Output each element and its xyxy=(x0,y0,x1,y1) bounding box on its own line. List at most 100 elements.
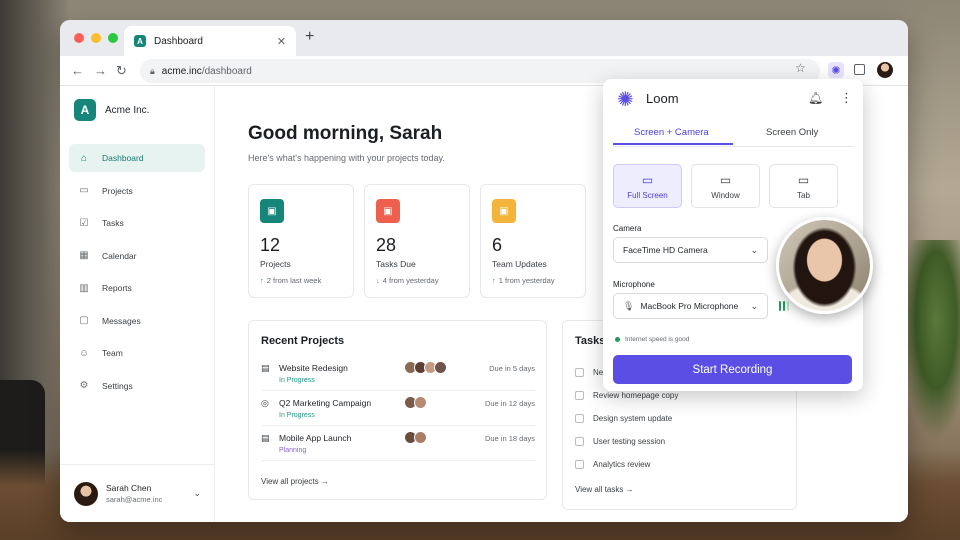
project-icon: ▤ xyxy=(261,363,270,373)
task-item[interactable]: Analytics review xyxy=(575,456,650,472)
stat-value: 28 xyxy=(376,235,397,255)
home-icon: ⌂ xyxy=(80,152,88,164)
status-badge: Planning xyxy=(279,447,307,454)
divider xyxy=(261,460,535,461)
stat-card-tasks-due[interactable]: ▣ 28 Tasks Due ↓ 4 from yesterday xyxy=(364,184,470,298)
tasks-stat-icon: ▣ xyxy=(376,199,400,223)
user-email: sarah@acme.inc xyxy=(106,495,163,504)
sidebar-item-dashboard[interactable]: ⌂ Dashboard xyxy=(69,144,205,172)
checkbox-icon: ☑ xyxy=(79,217,89,229)
start-recording-button[interactable]: Start Recording xyxy=(613,355,852,384)
microphone-label: Microphone xyxy=(613,280,655,289)
monitor-icon: ▭ xyxy=(641,173,654,187)
user-info: Sarah Chen sarah@acme.inc xyxy=(106,483,185,504)
task-checkbox[interactable] xyxy=(575,390,584,400)
more-vertical-icon[interactable]: ⋮ xyxy=(840,90,853,106)
avatar-stack xyxy=(404,396,427,409)
sidebar-item-tasks[interactable]: ☑ Tasks xyxy=(69,209,205,237)
due-date: Due in 12 days xyxy=(484,399,535,408)
bell-icon[interactable]: 🔔︎ xyxy=(808,91,823,105)
level-bar xyxy=(779,301,781,311)
stat-delta: ↑ 1 from yesterday xyxy=(492,276,555,285)
status-badge: In Progress xyxy=(279,377,315,384)
sidebar: A Acme Inc. ⌂ Dashboard ▭ Projects ☑ Tas… xyxy=(60,86,215,522)
task-item[interactable]: Ne xyxy=(575,364,603,380)
tab-screen-camera[interactable]: Screen + Camera xyxy=(634,127,709,138)
user-menu[interactable]: Sarah Chen sarah@acme.inc ⌄ xyxy=(60,464,215,522)
sidebar-item-settings[interactable]: ⚙ Settings xyxy=(69,372,205,400)
sidebar-item-messages[interactable]: ▢ Messages xyxy=(69,307,205,335)
mode-window[interactable]: ▭ Window xyxy=(691,164,760,208)
chevron-down-icon: ⌄ xyxy=(750,244,758,255)
project-name: Q2 Marketing Campaign xyxy=(279,398,372,408)
sidebar-item-projects[interactable]: ▭ Projects xyxy=(69,177,205,205)
projects-stat-icon: ▣ xyxy=(260,199,284,223)
chevron-down-icon: ⌄ xyxy=(750,300,758,311)
stat-card-team-updates[interactable]: ▣ 6 Team Updates ↑ 1 from yesterday xyxy=(480,184,586,298)
microphone-select[interactable]: 🎙︎ MacBook Pro Microphone ⌄ xyxy=(613,293,768,319)
level-bar xyxy=(783,301,785,311)
stat-delta: ↑ 2 from last week xyxy=(260,276,322,285)
sidebar-item-calendar[interactable]: ▦ Calendar xyxy=(69,242,205,270)
mode-tab[interactable]: ▭ Tab xyxy=(769,164,838,208)
stat-label: Team Updates xyxy=(492,259,547,269)
recent-projects-card: Recent Projects ▤ Website Redesign In Pr… xyxy=(248,320,547,500)
chevron-down-icon[interactable]: ⌄ xyxy=(193,488,201,499)
project-name: Mobile App Launch xyxy=(279,433,352,443)
avatar-stack xyxy=(404,361,447,374)
sidebar-item-label: Settings xyxy=(102,380,133,391)
camera-label: Camera xyxy=(613,224,642,233)
microphone-icon: 🎙︎ xyxy=(623,300,635,311)
avatar xyxy=(74,481,98,506)
task-item[interactable]: Design system update xyxy=(575,410,672,426)
sidebar-item-team[interactable]: ☺ Team xyxy=(69,339,205,367)
arrow-up-icon: ↑ xyxy=(260,276,264,285)
task-checkbox[interactable] xyxy=(575,413,584,423)
avatar xyxy=(414,431,427,444)
project-icon: ◎ xyxy=(261,398,269,408)
project-name: Website Redesign xyxy=(279,363,348,373)
mode-full-screen[interactable]: ▭ Full Screen xyxy=(613,164,682,208)
sidebar-nav: ⌂ Dashboard ▭ Projects ☑ Tasks ▦ Calenda… xyxy=(60,144,214,400)
user-name: Sarah Chen xyxy=(106,483,152,493)
divider xyxy=(261,425,535,426)
task-checkbox[interactable] xyxy=(575,436,584,446)
project-icon: ▤ xyxy=(261,433,270,443)
brand-name: Acme Inc. xyxy=(105,104,150,116)
tab-screen-only[interactable]: Screen Only xyxy=(766,127,818,138)
card-title: Recent Projects xyxy=(261,335,345,347)
view-all-projects-link[interactable]: View all projects → xyxy=(261,477,329,486)
sidebar-item-reports[interactable]: ▥ Reports xyxy=(69,274,205,302)
sidebar-item-label: Calendar xyxy=(102,250,137,261)
loom-title: Loom xyxy=(646,91,679,106)
task-item[interactable]: User testing session xyxy=(575,433,665,449)
active-tab-indicator xyxy=(613,143,733,145)
camera-select[interactable]: FaceTime HD Camera ⌄ xyxy=(613,237,768,263)
sidebar-item-label: Tasks xyxy=(102,218,124,228)
status-badge: In Progress xyxy=(279,412,315,419)
sidebar-item-label: Messages xyxy=(102,315,141,326)
window-icon: ▭ xyxy=(719,173,732,187)
task-checkbox[interactable] xyxy=(575,459,584,469)
stat-delta: ↓ 4 from yesterday xyxy=(376,276,439,285)
page-subtitle: Here's what's happening with your projec… xyxy=(248,153,445,163)
due-date: Due in 5 days xyxy=(489,364,535,373)
level-bar xyxy=(787,301,789,311)
bar-chart-icon: ▥ xyxy=(79,282,89,294)
calendar-icon: ▦ xyxy=(79,250,89,261)
sidebar-item-label: Team xyxy=(102,348,123,358)
loom-logo-icon: ✺ xyxy=(617,89,634,111)
chat-icon: ▢ xyxy=(79,315,89,326)
brand[interactable]: A Acme Inc. xyxy=(60,86,214,134)
gear-icon: ⚙ xyxy=(79,380,89,391)
camera-preview-bubble[interactable] xyxy=(776,217,873,314)
browser-tab-icon: ▭ xyxy=(797,173,810,187)
users-icon: ☺ xyxy=(78,347,90,359)
view-all-tasks-link[interactable]: View all tasks → xyxy=(575,485,634,494)
avatar-stack xyxy=(404,431,427,444)
stat-card-projects[interactable]: ▣ 12 Projects ↑ 2 from last week xyxy=(248,184,354,298)
updates-stat-icon: ▣ xyxy=(492,199,516,223)
stat-label: Projects xyxy=(260,259,291,269)
task-checkbox[interactable] xyxy=(575,367,584,377)
stat-label: Tasks Due xyxy=(376,259,416,269)
